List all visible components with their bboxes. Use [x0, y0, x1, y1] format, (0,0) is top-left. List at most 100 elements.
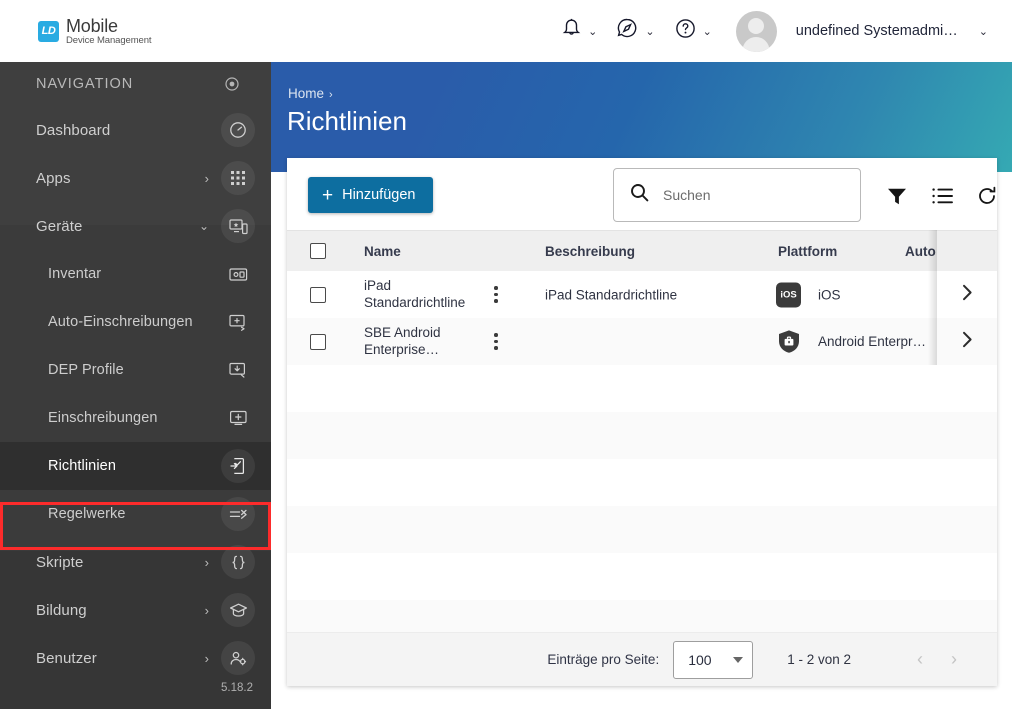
row-checkbox[interactable] [310, 333, 326, 350]
sidebar-item-label: Apps [36, 169, 71, 187]
column-header-name[interactable]: Name [364, 244, 401, 259]
plus-icon: + [322, 184, 334, 206]
prev-page-button[interactable]: ‹ [903, 643, 937, 677]
search-box[interactable]: Suchen [613, 168, 861, 222]
table-empty-row [287, 412, 997, 459]
speedometer-icon [221, 113, 255, 147]
column-header-beschreibung[interactable]: Beschreibung [545, 244, 635, 259]
sidebar-item-auto-einschreibungen[interactable]: Auto-Einschreibungen [0, 298, 271, 346]
logo-title: Mobile [66, 15, 118, 36]
row-checkbox[interactable] [310, 286, 326, 303]
per-page-value: 100 [688, 651, 712, 668]
sidebar-item-regelwerke[interactable]: Regelwerke [0, 490, 271, 538]
cell-plattform: iOS [818, 287, 841, 302]
dot [494, 333, 498, 337]
grid-icon [221, 161, 255, 195]
list-view-icon[interactable] [930, 184, 954, 208]
graduation-cap-icon [221, 593, 255, 627]
sidebar-item-einschreibungen[interactable]: Einschreibungen [0, 394, 271, 442]
table-header-row: Name Beschreibung Plattform Auto [287, 230, 997, 271]
sidebar-item-bildung[interactable]: Bildung › [0, 586, 271, 634]
chevron-right-icon [962, 284, 973, 306]
sidebar-item-dep-profile[interactable]: DEP Profile [0, 346, 271, 394]
refresh-icon[interactable] [975, 184, 997, 208]
row-menu-button[interactable] [483, 324, 509, 360]
table-toolbar: + Hinzufügen Suchen [287, 158, 997, 230]
help-button[interactable]: ⌄ [665, 12, 722, 50]
sidebar-item-label: Benutzer [36, 649, 97, 667]
sidebar-heading-label: NAVIGATION [36, 76, 134, 92]
messages-button[interactable]: ⌄ [607, 12, 664, 50]
sidebar-item-label: Bildung [36, 601, 87, 619]
breadcrumb-chevron-icon: › [329, 89, 333, 101]
per-page-label: Einträge pro Seite: [547, 652, 660, 667]
page-title: Richtlinien [287, 106, 407, 136]
dot [494, 339, 498, 344]
table-empty-row [287, 506, 997, 553]
sidebar-item-label: Skripte [36, 553, 84, 571]
app-logo[interactable]: LD Mobile Device Management [38, 15, 152, 46]
app-root: LD Mobile Device Management ⌄ ⌄ ⌄ undefi… [0, 0, 1012, 709]
logo-mark-icon: LD [38, 20, 59, 42]
compass-icon [617, 18, 638, 44]
sidebar-item-skripte[interactable]: Skripte › [0, 538, 271, 586]
android-enterprise-shield [776, 329, 801, 354]
row-expand-button[interactable] [937, 318, 997, 365]
search-input[interactable]: Suchen [663, 187, 710, 203]
user-menu[interactable]: undefined Systemadmi… ⌄ [722, 5, 998, 58]
dot [494, 346, 498, 350]
breadcrumb-home[interactable]: Home [288, 86, 324, 101]
chevron-right-icon: › [204, 650, 209, 666]
top-actions: ⌄ ⌄ ⌄ undefined Systemadmi… ⌄ [552, 5, 1012, 58]
table-row[interactable]: iPad Standardrichtline iPad Standardrich… [287, 271, 997, 318]
sidebar-item-dashboard[interactable]: Dashboard [0, 106, 271, 154]
chevron-right-icon: › [204, 554, 209, 570]
pagination-range: 1 - 2 von 2 [787, 652, 851, 667]
chevron-down-icon: ⌄ [702, 25, 712, 38]
enroll-plus-icon [221, 401, 255, 435]
next-page-button[interactable]: › [937, 643, 971, 677]
chevron-down-icon: ⌄ [978, 25, 988, 38]
table-row[interactable]: SBE Android Enterprise… Android Enterpr… [287, 318, 997, 365]
notifications-button[interactable]: ⌄ [552, 12, 607, 50]
add-button[interactable]: + Hinzufügen [308, 177, 434, 213]
select-all-checkbox[interactable] [310, 243, 326, 259]
cell-beschreibung: iPad Standardrichtline [545, 287, 678, 302]
logo-subtitle: Device Management [66, 34, 152, 46]
table-body: iPad Standardrichtline iPad Standardrich… [287, 271, 997, 647]
sidebar-item-geraete[interactable]: Geräte ⌄ [0, 202, 271, 250]
user-gear-icon [221, 641, 255, 675]
target-icon[interactable] [215, 67, 249, 101]
filter-icon[interactable] [885, 184, 909, 208]
app-version: 5.18.2 [221, 682, 253, 694]
page-hero: Home › Richtlinien [271, 62, 1012, 172]
top-bar: LD Mobile Device Management ⌄ ⌄ ⌄ undefi… [0, 0, 1012, 62]
per-page-select[interactable]: 100 [673, 640, 754, 679]
row-menu-button[interactable] [483, 277, 509, 313]
chevron-down-icon: ⌄ [198, 219, 209, 233]
braces-icon [221, 545, 255, 579]
table-empty-row [287, 365, 997, 412]
rules-icon [221, 497, 255, 531]
chevron-right-icon [962, 331, 973, 353]
dep-download-icon [221, 353, 255, 387]
row-actions-column [928, 230, 997, 365]
avatar [735, 10, 777, 52]
sidebar-item-label: Einschreibungen [48, 410, 158, 426]
sidebar-item-apps[interactable]: Apps › [0, 154, 271, 202]
row-expand-button[interactable] [937, 271, 997, 318]
sidebar: NAVIGATION Dashboard Apps › Geräte ⌄ Inv… [0, 62, 271, 709]
devices-icon [221, 209, 255, 243]
column-header-plattform[interactable]: Plattform [778, 244, 837, 259]
chevron-down-icon [733, 656, 744, 663]
sidebar-item-benutzer[interactable]: Benutzer › [0, 634, 271, 682]
table-footer: Einträge pro Seite: 100 1 - 2 von 2 ‹ › [287, 632, 997, 686]
bell-icon [562, 18, 581, 44]
sidebar-item-label: DEP Profile [48, 362, 124, 378]
dot [494, 292, 498, 297]
row-actions-header [937, 230, 997, 271]
sidebar-item-richtlinien[interactable]: Richtlinien [0, 442, 271, 490]
sidebar-item-inventar[interactable]: Inventar [0, 250, 271, 298]
sidebar-heading: NAVIGATION [0, 62, 271, 106]
breadcrumb[interactable]: Home › [288, 86, 333, 101]
